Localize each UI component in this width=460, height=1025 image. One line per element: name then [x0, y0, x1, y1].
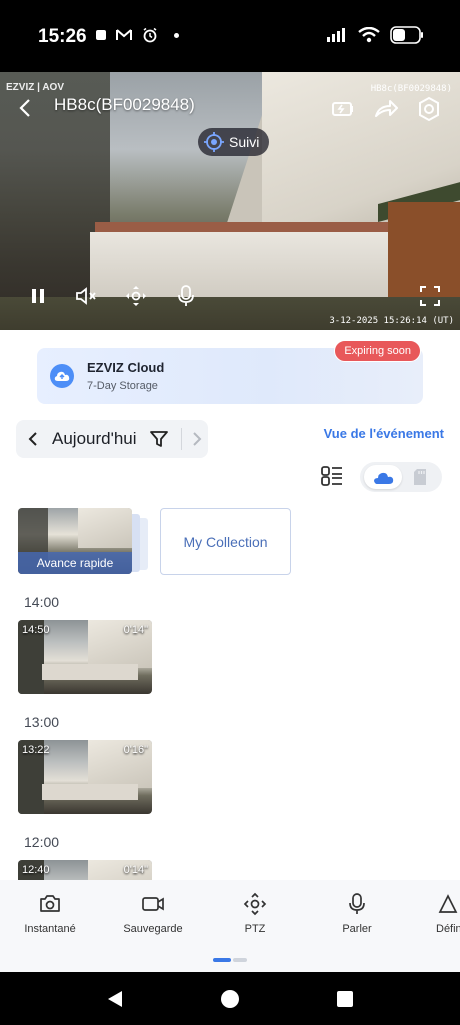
my-collection-card[interactable]: My Collection [160, 508, 291, 575]
nav-back-icon[interactable] [104, 988, 126, 1010]
alarm-icon [143, 27, 157, 43]
camera-icon [40, 895, 60, 912]
fast-forward-card[interactable]: Avance rapide [18, 508, 132, 574]
tracking-button[interactable]: Suivi [198, 128, 270, 156]
microphone-icon [349, 893, 365, 914]
share-icon[interactable] [373, 96, 399, 122]
clip-duration: 0'14" [123, 864, 148, 876]
storage-source-toggle [360, 462, 442, 492]
video-record-icon [142, 897, 164, 911]
sd-card-icon [414, 469, 426, 485]
fast-forward-stack-mid [132, 514, 140, 572]
ptz-control-icon[interactable] [124, 284, 148, 308]
date-label[interactable]: Aujourd'hui [52, 429, 137, 449]
clip-duration: 0'16" [123, 744, 148, 756]
nav-recents-icon[interactable] [334, 988, 356, 1010]
system-status-icons [326, 26, 424, 44]
bottom-toolbar: Instantané Sauvegarde PTZ Parler Défin [0, 880, 460, 972]
live-video-view[interactable]: EZVIZ | AOV HB8c(BF0029848) 3-12-2025 15… [0, 72, 460, 330]
clip-thumbnail-wall [42, 784, 138, 800]
ptz-label: PTZ [244, 923, 266, 935]
recording-clip[interactable]: 14:50 0'14" [18, 620, 152, 694]
clip-time: 12:40 [22, 864, 50, 876]
video-top-bar: HB8c(BF0029848) [0, 90, 460, 124]
status-bar: 15:26 [0, 0, 460, 72]
gmail-icon [116, 29, 132, 40]
cloud-icon [374, 472, 394, 484]
definition-button[interactable]: Défin [420, 892, 460, 935]
device-battery-icon[interactable] [330, 96, 356, 122]
cloud-storage-banner[interactable]: EZVIZ Cloud 7-Day Storage Expiring soon [37, 340, 423, 404]
snapshot-label: Instantané [24, 923, 76, 935]
event-view-link[interactable]: Vue de l'événement [324, 426, 444, 441]
ptz-button[interactable]: PTZ [215, 892, 295, 935]
fast-forward-thumbnail-house [78, 508, 132, 548]
recordings-panel: EZVIZ Cloud 7-Day Storage Expiring soon … [0, 330, 460, 880]
wifi-icon [358, 27, 380, 43]
talk-label: Parler [342, 923, 372, 935]
target-icon [204, 132, 224, 152]
page-indicator-active [213, 958, 231, 962]
battery-icon [390, 26, 423, 44]
ptz-icon [243, 892, 267, 916]
hour-header: 12:00 [24, 834, 60, 850]
date-divider [181, 428, 182, 450]
notification-square-icon [96, 30, 106, 40]
my-collection-label: My Collection [183, 533, 268, 550]
signal-icon [327, 28, 345, 42]
nav-home-icon[interactable] [219, 988, 241, 1010]
microphone-icon[interactable] [174, 284, 198, 308]
hour-header: 13:00 [24, 714, 60, 730]
next-day-chevron-icon[interactable] [186, 428, 208, 450]
clip-thumbnail-wall [42, 664, 138, 680]
tracking-label: Suivi [229, 134, 260, 150]
expiring-badge: Expiring soon [334, 340, 421, 362]
record-button[interactable]: Sauvegarde [113, 892, 193, 935]
recording-clip[interactable]: 12:40 0'14" [18, 860, 152, 880]
clip-time: 13:22 [22, 744, 50, 756]
sd-card-source-option[interactable] [410, 467, 430, 487]
system-navigation-bar [0, 972, 460, 1025]
pause-icon[interactable] [26, 284, 50, 308]
fast-forward-stack-back [140, 518, 148, 570]
cloud-title: EZVIZ Cloud [87, 360, 165, 375]
list-view-icon[interactable] [318, 462, 346, 490]
definition-label: Défin [436, 923, 460, 935]
cloud-upload-icon [50, 364, 74, 388]
video-controls [0, 284, 460, 310]
clip-duration: 0'14" [123, 624, 148, 636]
mute-icon[interactable] [74, 284, 98, 308]
back-arrow-icon[interactable] [14, 96, 38, 120]
hour-header: 14:00 [24, 594, 60, 610]
clip-time: 14:50 [22, 624, 50, 636]
fast-forward-label: Avance rapide [18, 552, 132, 574]
notification-icons [96, 27, 179, 43]
camera-title: HB8c(BF0029848) [54, 95, 195, 114]
cloud-source-option[interactable] [364, 465, 402, 489]
video-timestamp-watermark: 3-12-2025 15:26:14 (UT) [329, 316, 454, 326]
status-time: 15:26 [38, 26, 87, 47]
filter-icon[interactable] [149, 429, 169, 449]
snapshot-button[interactable]: Instantané [10, 892, 90, 935]
recording-clip[interactable]: 13:22 0'16" [18, 740, 152, 814]
record-label: Sauvegarde [123, 923, 183, 935]
definition-icon [438, 894, 458, 913]
more-notifications-dot-icon [174, 32, 179, 38]
date-selector: Aujourd'hui [16, 420, 208, 458]
settings-gear-icon[interactable] [416, 96, 442, 122]
fullscreen-icon[interactable] [418, 284, 442, 308]
toolbar-page-indicator [213, 958, 247, 963]
cloud-subtitle: 7-Day Storage [87, 380, 158, 392]
page-indicator-inactive [233, 958, 247, 962]
previous-day-chevron-icon[interactable] [22, 428, 44, 450]
talk-button[interactable]: Parler [317, 892, 397, 935]
